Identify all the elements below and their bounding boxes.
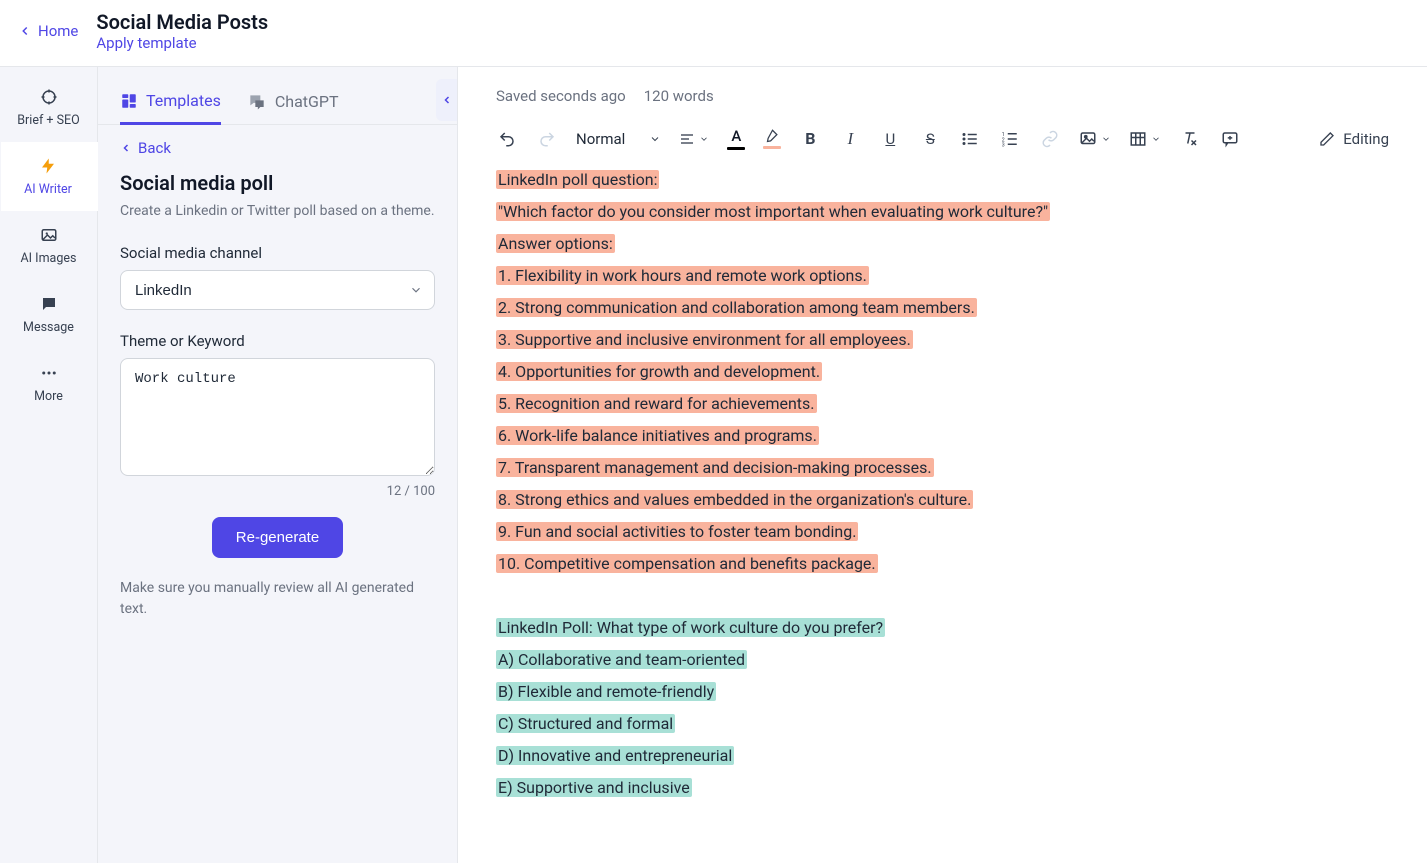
editing-mode-button[interactable]: Editing	[1319, 130, 1389, 148]
font-color-button[interactable]: A	[727, 127, 745, 150]
theme-label: Theme or Keyword	[120, 332, 435, 350]
home-label: Home	[38, 22, 78, 40]
highlighted-line: 8. Strong ethics and values embedded in …	[496, 490, 973, 509]
highlighted-line: D) Innovative and entrepreneurial	[496, 746, 734, 765]
rail-item-ai-writer[interactable]: AI Writer	[1, 142, 98, 211]
editor-area: Saved seconds ago 120 words Normal A	[458, 67, 1427, 863]
chatgpt-icon	[247, 92, 267, 112]
clear-formatting-button[interactable]	[1179, 128, 1201, 150]
tab-templates[interactable]: Templates	[120, 83, 221, 125]
crosshair-icon	[39, 87, 59, 107]
highlighted-line: E) Supportive and inclusive	[496, 778, 692, 797]
highlighted-line: 3. Supportive and inclusive environment …	[496, 330, 913, 349]
top-titles: Social Media Posts Apply template	[96, 10, 268, 52]
table-button[interactable]	[1129, 128, 1161, 150]
svg-text:3: 3	[1002, 142, 1005, 148]
strikethrough-button[interactable]: S	[919, 128, 941, 150]
numbered-list-button[interactable]: 123	[999, 128, 1021, 150]
tab-label: Templates	[146, 91, 221, 110]
theme-textarea[interactable]	[120, 358, 435, 476]
highlighted-line: 9. Fun and social activities to foster t…	[496, 522, 858, 541]
bold-button[interactable]: B	[799, 128, 821, 150]
document-content[interactable]: LinkedIn poll question: "Which factor do …	[496, 164, 1050, 804]
panel-tabs: Templates ChatGPT	[98, 83, 457, 125]
page-title: Social Media Posts	[96, 10, 268, 34]
highlight-color-swatch	[763, 146, 781, 149]
rail-label: AI Writer	[24, 182, 72, 197]
side-panel: Templates ChatGPT Back Social media poll…	[98, 67, 458, 863]
highlighted-line: 6. Work-life balance initiatives and pro…	[496, 426, 819, 445]
back-label: Back	[138, 139, 171, 157]
highlighted-line: LinkedIn poll question:	[496, 170, 659, 189]
image-icon	[39, 225, 59, 245]
left-rail: Brief + SEO AI Writer AI Images Message …	[0, 67, 98, 863]
rail-item-brief-seo[interactable]: Brief + SEO	[0, 73, 97, 142]
bullet-list-button[interactable]	[959, 128, 981, 150]
italic-button[interactable]: I	[839, 128, 861, 150]
link-button[interactable]	[1039, 128, 1061, 150]
highlighted-line: 10. Competitive compensation and benefit…	[496, 554, 878, 573]
highlighted-line: A) Collaborative and team-oriented	[496, 650, 747, 669]
collapse-panel-button[interactable]	[436, 79, 458, 121]
bolt-icon	[38, 156, 58, 176]
panel-subtitle: Create a Linkedin or Twitter poll based …	[120, 201, 435, 222]
format-label: Normal	[576, 130, 625, 148]
rail-label: AI Images	[21, 251, 77, 266]
align-button[interactable]	[679, 128, 709, 150]
font-color-swatch	[727, 147, 745, 150]
undo-button[interactable]	[496, 128, 518, 150]
rail-item-message[interactable]: Message	[0, 280, 97, 349]
editor-toolbar: Normal A B I U S 123	[496, 127, 1389, 164]
panel-title: Social media poll	[120, 171, 435, 195]
top-bar: Home Social Media Posts Apply template	[0, 0, 1427, 67]
highlighted-line: 4. Opportunities for growth and developm…	[496, 362, 822, 381]
status-row: Saved seconds ago 120 words	[496, 87, 1389, 105]
highlighted-line: C) Structured and formal	[496, 714, 675, 733]
char-count: 12 / 100	[120, 484, 435, 499]
rail-label: Message	[23, 320, 74, 335]
comment-button[interactable]	[1219, 128, 1241, 150]
saved-status: Saved seconds ago	[496, 87, 626, 105]
highlighted-line: Answer options:	[496, 234, 615, 253]
highlighted-line: 2. Strong communication and collaboratio…	[496, 298, 977, 317]
highlighted-line: 1. Flexibility in work hours and remote …	[496, 266, 869, 285]
rail-label: More	[34, 389, 63, 404]
rail-item-ai-images[interactable]: AI Images	[0, 211, 97, 280]
tab-label: ChatGPT	[275, 92, 339, 111]
tab-chatgpt[interactable]: ChatGPT	[247, 83, 339, 124]
review-note: Make sure you manually review all AI gen…	[120, 578, 435, 620]
highlighted-line: 5. Recognition and reward for achievemen…	[496, 394, 817, 413]
redo-button[interactable]	[536, 128, 558, 150]
rail-label: Brief + SEO	[17, 113, 79, 128]
underline-button[interactable]: U	[879, 128, 901, 150]
highlighted-line: 7. Transparent management and decision-m…	[496, 458, 934, 477]
highlight-color-button[interactable]	[763, 129, 781, 149]
word-count: 120 words	[644, 87, 714, 105]
templates-icon	[120, 92, 138, 110]
more-icon	[39, 363, 59, 383]
editing-label: Editing	[1343, 130, 1389, 148]
image-button[interactable]	[1079, 128, 1111, 150]
highlighted-line: B) Flexible and remote-friendly	[496, 682, 716, 701]
channel-label: Social media channel	[120, 244, 435, 262]
chevron-left-icon	[18, 24, 32, 38]
chat-icon	[39, 294, 59, 314]
back-link[interactable]: Back	[120, 139, 435, 157]
highlighted-line: "Which factor do you consider most impor…	[496, 202, 1050, 221]
channel-select[interactable]: LinkedIn	[120, 270, 435, 310]
home-link[interactable]: Home	[18, 22, 78, 40]
rail-item-more[interactable]: More	[0, 349, 97, 418]
paragraph-format-select[interactable]: Normal	[576, 130, 661, 148]
apply-template-link[interactable]: Apply template	[96, 34, 268, 52]
regenerate-button[interactable]: Re-generate	[212, 517, 343, 558]
highlighted-line: LinkedIn Poll: What type of work culture…	[496, 618, 885, 637]
